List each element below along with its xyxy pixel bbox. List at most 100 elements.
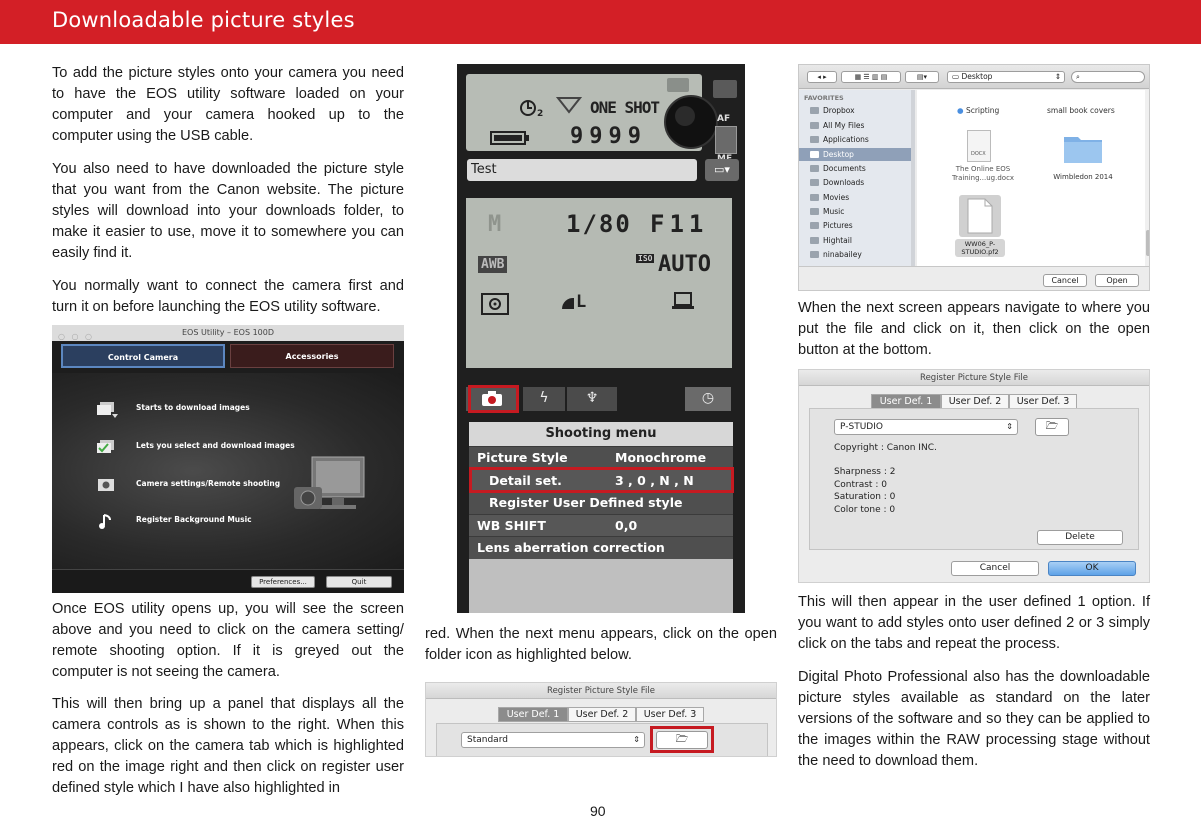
sidebar-item-applications[interactable]: Applications [823, 135, 869, 144]
sidebar-scrollbar[interactable] [911, 90, 915, 266]
metering-icon[interactable] [480, 292, 510, 316]
arrange-button[interactable]: ▤▾ [905, 71, 939, 83]
home-icon [810, 251, 819, 258]
sidebar-item-documents[interactable]: Documents [823, 164, 866, 173]
style-select[interactable]: P-STUDIO ⇕ [834, 419, 1018, 435]
tab-user-def-2[interactable]: User Def. 2 [941, 394, 1009, 409]
register-dialog-large: Register Picture Style File User Def. 1 … [798, 369, 1150, 583]
sidebar-item-music[interactable]: Music [823, 207, 844, 216]
camera-name-field[interactable]: Test [467, 159, 697, 181]
af-mf-switch[interactable] [715, 126, 737, 154]
file-ww06-p-studio[interactable]: WW06_P-STUDIO.pf2 [955, 239, 1005, 257]
tab-user-def-1[interactable]: User Def. 1 [498, 707, 568, 722]
download-images-icon [97, 402, 118, 418]
sidebar-item-movies[interactable]: Movies [823, 193, 849, 202]
search-input[interactable]: ⌕ [1071, 71, 1145, 83]
top-button[interactable] [667, 78, 689, 92]
menu-row-picture-style[interactable]: Picture Style Monochrome [469, 446, 733, 469]
sidebar-item-hightail[interactable]: Hightail [823, 236, 852, 245]
iso-readout[interactable]: AUTO [658, 252, 711, 277]
menu-item-background-music[interactable]: Register Background Music [136, 515, 252, 524]
display-button-icon[interactable] [713, 80, 737, 98]
tab-timer[interactable]: ◷ [685, 387, 731, 411]
eos-utility-window: ○ ○ ○ EOS Utility – EOS 100D Control Cam… [52, 325, 404, 593]
eos-window-title: EOS Utility – EOS 100D [182, 328, 274, 337]
delete-button[interactable]: Delete [1037, 530, 1123, 545]
tab-user-def-3[interactable]: User Def. 3 [1009, 394, 1077, 409]
tab-flash[interactable]: ϟ [523, 387, 565, 411]
tab-user-def-1[interactable]: User Def. 1 [871, 394, 941, 409]
menu-row-lens-aberration[interactable]: Lens aberration correction [469, 536, 733, 559]
file-small-book-covers[interactable]: small book covers [1047, 106, 1115, 115]
sidebar-item-all-my-files[interactable]: All My Files [823, 121, 864, 130]
menu-row-register-user-style[interactable]: Register User Defined style [469, 491, 733, 514]
sidebar-item-pictures[interactable]: Pictures [823, 221, 853, 230]
laptop-icon[interactable] [670, 290, 696, 314]
paragraph-connect: You normally want to connect the camera … [52, 278, 404, 315]
all-files-icon [810, 122, 819, 129]
mode-readout[interactable]: M [488, 212, 501, 237]
menu-row-wb-shift[interactable]: WB SHIFT 0,0 [469, 513, 733, 536]
menu-row-label: Lens aberration correction [477, 540, 665, 555]
image-quality-readout[interactable]: L [576, 292, 586, 312]
dropbox-icon [810, 107, 819, 114]
tab-tools[interactable]: ♆ [567, 387, 617, 411]
cancel-button[interactable]: Cancel [1043, 274, 1087, 287]
sidebar-item-desktop[interactable]: Desktop [823, 150, 854, 159]
sidebar-item-ninabailey[interactable]: ninabailey [823, 250, 862, 259]
paragraph-dpp: Digital Photo Professional also has the … [798, 669, 1150, 769]
file-wimbledon-2014[interactable]: Wimbledon 2014 [1043, 173, 1123, 181]
file-scripting[interactable]: ● Scripting [957, 106, 999, 115]
open-folder-button[interactable]: 🗁 [1035, 418, 1069, 436]
dialog-title: Register Picture Style File [426, 683, 776, 699]
scrollbar-thumb[interactable] [1146, 230, 1149, 256]
page-header: Downloadable picture styles [0, 0, 1201, 44]
quit-button[interactable]: Quit [326, 576, 392, 588]
window-controls-icon[interactable]: ○ ○ ○ [58, 329, 94, 345]
tab-user-def-2[interactable]: User Def. 2 [568, 707, 636, 722]
cancel-button[interactable]: Cancel [951, 561, 1039, 576]
folder-dropdown-icon[interactable]: ▭▾ [705, 159, 739, 181]
open-button[interactable]: Open [1095, 274, 1139, 287]
view-mode-buttons[interactable]: ▦ ☰ ▥ ▤ [841, 71, 901, 83]
paragraph-eos-opens: Once EOS utility opens up, you will see … [52, 601, 404, 680]
ok-button[interactable]: OK [1048, 561, 1136, 576]
menu-item-download-images[interactable]: Starts to download images [136, 403, 250, 412]
paragraph-camera-tab: This will then bring up a panel that dis… [52, 696, 404, 796]
style-select[interactable]: Standard ⇕ [461, 732, 645, 748]
param-color-tone: Color tone : 0 [834, 505, 896, 515]
file-browser-scrollbar[interactable] [1145, 90, 1149, 266]
af-label: AF [717, 114, 731, 124]
location-select[interactable]: ▭ Desktop ⇕ [947, 71, 1065, 83]
file-online-eos-training[interactable]: The Online EOS Training...ug.docx [943, 165, 1023, 183]
preferences-button[interactable]: Preferences... [251, 576, 315, 588]
shutter-speed-readout[interactable]: 1/80 [566, 210, 632, 238]
eos-titlebar: ○ ○ ○ EOS Utility – EOS 100D [52, 325, 404, 341]
white-balance-readout[interactable]: AWB [478, 256, 508, 273]
file-browser: ● Scripting small book covers DOCX The O… [917, 90, 1149, 266]
eos-menu-body: Starts to download images Lets you selec… [52, 373, 404, 569]
menu-row-label: Register User Defined style [489, 495, 683, 510]
folder-wimbledon-icon[interactable] [1063, 132, 1103, 164]
dial-icon[interactable] [663, 94, 719, 150]
sidebar-item-downloads[interactable]: Downloads [823, 178, 864, 187]
select-arrows-icon: ⇕ [1006, 422, 1013, 431]
hightail-icon [810, 237, 819, 244]
docx-file-icon[interactable]: DOCX [967, 130, 991, 162]
file-open-dialog: ◂ ▸ ▦ ☰ ▥ ▤ ▤▾ ▭ Desktop ⇕ ⌕ FAVORITES D… [798, 64, 1150, 291]
tab-control-camera[interactable]: Control Camera [61, 344, 225, 368]
pf2-file-icon[interactable] [967, 198, 993, 234]
file-label: Scripting [965, 106, 1000, 115]
select-arrows-icon: ⇕ [1054, 72, 1061, 81]
menu-item-camera-settings[interactable]: Camera settings/Remote shooting [136, 479, 280, 488]
camera-tab-highlight [468, 385, 519, 413]
aperture-readout[interactable]: F11 [650, 210, 708, 238]
tab-accessories[interactable]: Accessories [230, 344, 394, 368]
back-forward-buttons[interactable]: ◂ ▸ [807, 71, 837, 83]
af-point-icon [556, 97, 582, 114]
tab-user-def-3[interactable]: User Def. 3 [636, 707, 704, 722]
tools-icon: ♆ [585, 390, 599, 406]
open-folder-highlight [650, 726, 714, 753]
sidebar-item-dropbox[interactable]: Dropbox [823, 106, 855, 115]
menu-item-select-download[interactable]: Lets you select and download images [136, 441, 295, 450]
